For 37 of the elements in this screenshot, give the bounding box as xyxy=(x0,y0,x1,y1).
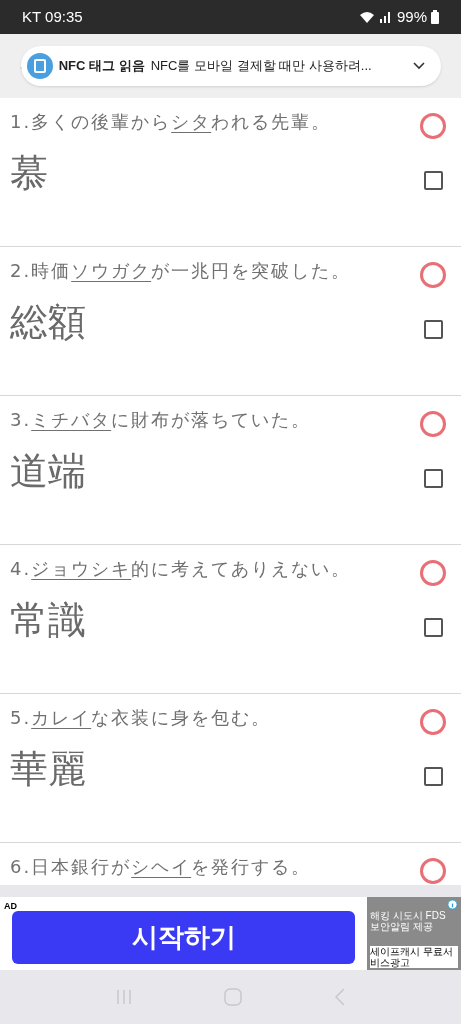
answer-text: 慕 xyxy=(10,154,48,192)
notification-title: NFC 태그 읽음 xyxy=(58,57,145,76)
question-text: 6.日本銀行が シヘイ を発行する。 xyxy=(10,855,312,879)
question-text: 4.ジョウシキ 的に考えてありえない。 xyxy=(10,557,352,581)
answer-text: 常識 xyxy=(10,601,86,639)
circle-icon[interactable] xyxy=(419,857,447,885)
side-ad[interactable]: 해킹 시도시 FDS 보안알림 제공 세이프캐시 무료서비스광고 xyxy=(367,897,461,970)
battery-icon xyxy=(431,10,439,24)
wifi-icon xyxy=(358,11,375,23)
ad-label: AD xyxy=(4,900,17,913)
checkbox[interactable] xyxy=(424,469,443,488)
circle-icon[interactable] xyxy=(419,559,447,587)
start-button[interactable]: 시작하기 xyxy=(12,911,355,964)
question-text: 2.時価 ソウガク が一兆円を突破した。 xyxy=(10,259,352,283)
answer-text: 総額 xyxy=(10,303,86,341)
circle-icon[interactable] xyxy=(419,410,447,438)
checkbox[interactable] xyxy=(424,171,443,190)
battery-text: 99% xyxy=(396,6,427,27)
nfc-icon xyxy=(26,53,53,79)
circle-icon[interactable] xyxy=(419,708,447,736)
checkbox[interactable] xyxy=(424,618,443,637)
signal-icon xyxy=(378,11,393,23)
checkbox[interactable] xyxy=(424,767,443,786)
info-icon[interactable] xyxy=(447,899,458,910)
chevron-down-icon[interactable] xyxy=(413,62,425,70)
checkbox[interactable] xyxy=(424,320,443,339)
question-text: 3.ミチバタ に財布が落ちていた。 xyxy=(10,408,312,432)
circle-icon[interactable] xyxy=(419,112,447,140)
circle-icon[interactable] xyxy=(419,261,447,289)
answer-text: 道端 xyxy=(10,452,86,490)
side-ad-footer: 세이프캐시 무료서비스광고 xyxy=(370,946,458,968)
status-time: KT 09:35 xyxy=(22,6,83,27)
question-text: 1.多くの後輩から シタ われる先輩。 xyxy=(10,110,332,134)
answer-text: 華麗 xyxy=(10,750,86,788)
side-ad-text: 해킹 시도시 FDS 보안알림 제공 xyxy=(370,910,447,932)
notification-message: NFC를 모바일 결제할 때만 사용하려... xyxy=(150,57,372,76)
question-text: 5.カレイ な衣装に身を包む。 xyxy=(10,706,272,730)
